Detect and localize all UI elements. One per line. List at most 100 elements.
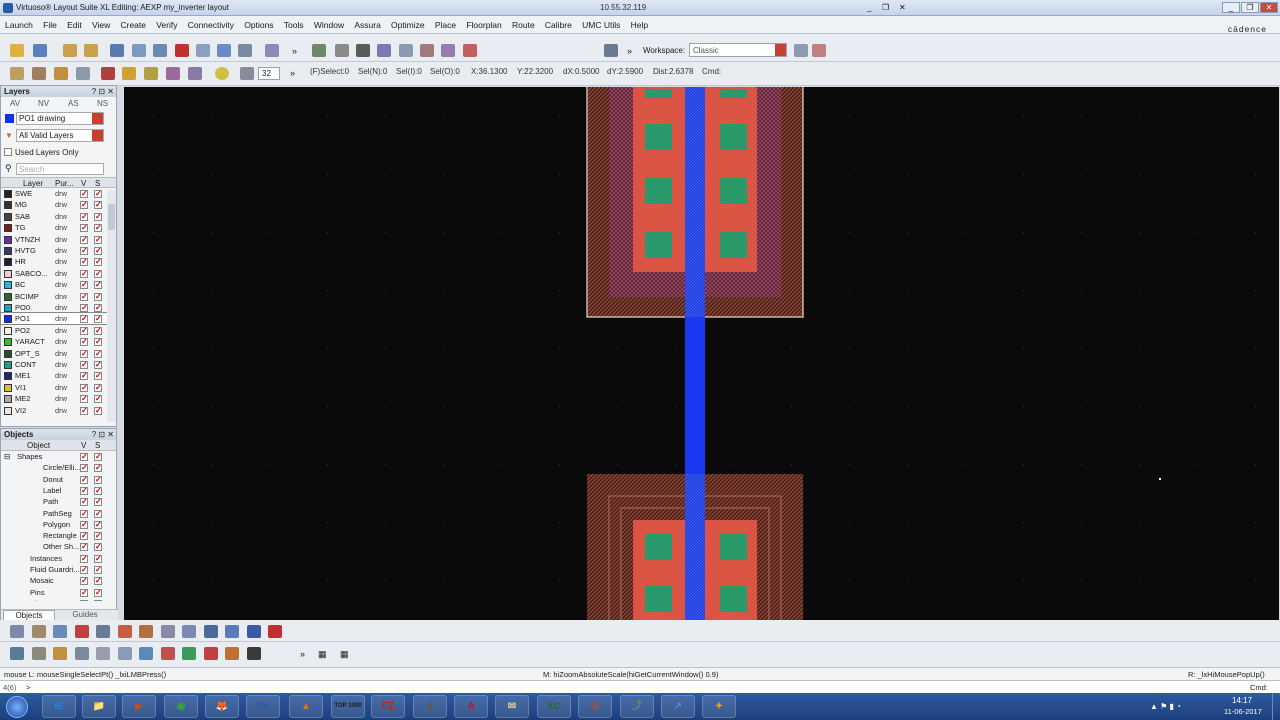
layer-row-hvtg[interactable]: HVTG drw ✓ ✓ bbox=[1, 245, 113, 256]
menu-calibre[interactable]: Calibre bbox=[540, 16, 575, 30]
tree-expand-icon[interactable]: ⊟ bbox=[4, 451, 10, 462]
object-visible-checkbox[interactable]: ✓ bbox=[80, 464, 88, 473]
create-tool-icon[interactable] bbox=[160, 647, 175, 660]
stop-icon[interactable] bbox=[101, 67, 115, 80]
menu-umc-utils[interactable]: UMC Utils bbox=[577, 16, 623, 30]
object-row-donut[interactable]: Donut ✓ ✓ bbox=[1, 474, 113, 485]
objects-panel-close-icon[interactable]: ? ⊡ ✕ bbox=[92, 429, 114, 440]
toolbar-extra-icon[interactable]: ▦ bbox=[318, 649, 327, 660]
layer-selectable-checkbox[interactable]: ✓ bbox=[94, 292, 102, 301]
clock-date[interactable]: 11-06-2017 bbox=[1224, 707, 1262, 716]
layer-visible-checkbox[interactable]: ✓ bbox=[80, 281, 88, 290]
layer-selectable-checkbox[interactable]: ✓ bbox=[94, 269, 102, 278]
create-tool-icon[interactable] bbox=[31, 647, 46, 660]
create-tool-icon[interactable] bbox=[203, 647, 218, 660]
create-tool-icon[interactable] bbox=[53, 647, 67, 660]
remote-close-button[interactable]: ✕ bbox=[899, 3, 906, 12]
object-visible-checkbox[interactable]: ✓ bbox=[80, 453, 88, 461]
edit-tool-icon[interactable] bbox=[203, 625, 218, 638]
close-button[interactable]: ✕ bbox=[1260, 2, 1278, 13]
layer-search-input[interactable]: Search bbox=[16, 163, 104, 175]
object-visible-checkbox[interactable]: ✓ bbox=[80, 588, 88, 597]
snap-icon[interactable] bbox=[76, 67, 90, 80]
level-icon[interactable] bbox=[144, 67, 158, 80]
partial-select-icon[interactable] bbox=[54, 67, 68, 80]
taskbar-app-icon[interactable]: TOP 1000 bbox=[331, 695, 365, 718]
taskbar-app-icon[interactable]: ◆ bbox=[413, 695, 447, 718]
layer-selectable-checkbox[interactable]: ✓ bbox=[94, 315, 102, 324]
edit-tool-icon[interactable] bbox=[160, 625, 175, 638]
layer-visible-checkbox[interactable]: ✓ bbox=[80, 406, 88, 415]
layer-row-opt-s[interactable]: OPT_S drw ✓ ✓ bbox=[1, 348, 113, 359]
create-tool-icon[interactable] bbox=[74, 647, 89, 660]
col-object-selectable[interactable]: S bbox=[95, 441, 100, 450]
maximize-button[interactable]: ❐ bbox=[1241, 2, 1259, 13]
used-layers-row[interactable]: Used Layers Only bbox=[1, 145, 116, 161]
taskbar-app-icon[interactable]: ◎ bbox=[578, 695, 612, 718]
object-visible-checkbox[interactable]: ✓ bbox=[80, 509, 88, 518]
layout-canvas[interactable] bbox=[124, 87, 1279, 620]
via-icon[interactable] bbox=[441, 44, 455, 57]
path-icon[interactable] bbox=[356, 44, 370, 57]
layer-filter-select[interactable]: All Valid Layers bbox=[16, 129, 104, 142]
layer-row-sabco[interactable]: SABCO... drw ✓ ✓ bbox=[1, 268, 113, 279]
layer-row-po1[interactable]: PO1 drw ✓ ✓ bbox=[0, 312, 114, 326]
copy-icon[interactable] bbox=[132, 44, 146, 57]
object-visible-checkbox[interactable]: ✓ bbox=[80, 566, 88, 574]
object-row-other-sh[interactable]: Other Sh... ✓ ✓ bbox=[1, 541, 113, 552]
object-visible-checkbox[interactable]: ✓ bbox=[80, 486, 88, 495]
lightbulb-icon[interactable] bbox=[215, 67, 229, 80]
taskbar-app-icon[interactable]: ▶ bbox=[122, 695, 156, 718]
col-object[interactable]: Object bbox=[27, 441, 50, 450]
contact-shape[interactable] bbox=[645, 178, 672, 204]
taskbar-app-icon[interactable]: 📁 bbox=[82, 695, 116, 718]
display-icon[interactable] bbox=[188, 67, 202, 80]
options-icon[interactable] bbox=[265, 44, 279, 57]
pin-icon[interactable] bbox=[420, 44, 434, 57]
current-layer-row[interactable]: PO1 drawing bbox=[1, 110, 116, 128]
clock-time[interactable]: 14:17 bbox=[1232, 696, 1252, 705]
layer-row-me2[interactable]: ME2 drw ✓ ✓ bbox=[1, 393, 113, 404]
edit-tool-icon[interactable] bbox=[74, 625, 89, 638]
layer-row-tg[interactable]: TG drw ✓ ✓ bbox=[1, 222, 113, 233]
edit-tool-icon[interactable] bbox=[182, 625, 196, 638]
col-selectable[interactable]: S bbox=[95, 179, 100, 188]
edit-tool-icon[interactable] bbox=[10, 625, 24, 638]
toolbar-overflow-icon-2[interactable]: » bbox=[627, 46, 632, 56]
taskbar-app-icon[interactable]: ↗ bbox=[661, 695, 695, 718]
layer-row-vi2[interactable]: VI2 drw ✓ ✓ bbox=[1, 405, 113, 416]
layer-row-vi1[interactable]: VI1 drw ✓ ✓ bbox=[1, 382, 113, 393]
poly-gate-upper[interactable] bbox=[685, 87, 705, 317]
object-visible-checkbox[interactable]: ✓ bbox=[80, 577, 88, 586]
layer-visible-checkbox[interactable]: ✓ bbox=[80, 395, 88, 404]
object-selectable-checkbox[interactable]: ✓ bbox=[94, 554, 102, 563]
layer-row-cont[interactable]: CONT drw ✓ ✓ bbox=[1, 359, 113, 370]
menu-assura[interactable]: Assura bbox=[349, 16, 383, 30]
layer-row-sab[interactable]: SAB drw ✓ ✓ bbox=[1, 211, 113, 222]
polygon-icon[interactable] bbox=[399, 44, 413, 57]
hierarchy-icon[interactable] bbox=[238, 44, 252, 57]
layer-row-bc[interactable]: BC drw ✓ ✓ bbox=[1, 279, 113, 290]
save-icon[interactable] bbox=[33, 44, 47, 57]
layer-row-bcimp[interactable]: BCIMP drw ✓ ✓ bbox=[1, 291, 113, 302]
layer-visible-checkbox[interactable]: ✓ bbox=[80, 190, 88, 198]
area-select-icon[interactable] bbox=[32, 67, 46, 80]
layer-selectable-checkbox[interactable]: ✓ bbox=[94, 383, 102, 392]
layer-selectable-checkbox[interactable]: ✓ bbox=[94, 224, 102, 233]
layer-visible-checkbox[interactable]: ✓ bbox=[80, 349, 88, 358]
col-visible[interactable]: V bbox=[81, 179, 86, 188]
taskbar-app-icon[interactable]: ▲ bbox=[289, 695, 323, 718]
layer-selectable-checkbox[interactable]: ✓ bbox=[94, 247, 102, 255]
command-line[interactable]: 4(6) > Cmd: bbox=[0, 680, 1280, 693]
toolbar-extra-icon[interactable]: ▦ bbox=[340, 649, 349, 660]
object-row-instances[interactable]: Instances ✓ ✓ bbox=[1, 553, 113, 564]
menu-help[interactable]: Help bbox=[626, 16, 651, 30]
create-tool-icon[interactable] bbox=[225, 647, 239, 660]
command-prompt[interactable]: > bbox=[26, 683, 30, 692]
remote-minimize-button[interactable]: _ bbox=[867, 3, 871, 12]
object-row-vias[interactable]: Vias ✓ ✓ bbox=[1, 598, 113, 601]
taskbar-app-icon[interactable]: FZ bbox=[371, 695, 405, 718]
layer-row-swe[interactable]: SWE drw ✓ ✓ bbox=[1, 188, 113, 199]
object-visible-checkbox[interactable]: ✓ bbox=[80, 475, 88, 484]
col-purpose[interactable]: Pur... bbox=[55, 179, 74, 188]
